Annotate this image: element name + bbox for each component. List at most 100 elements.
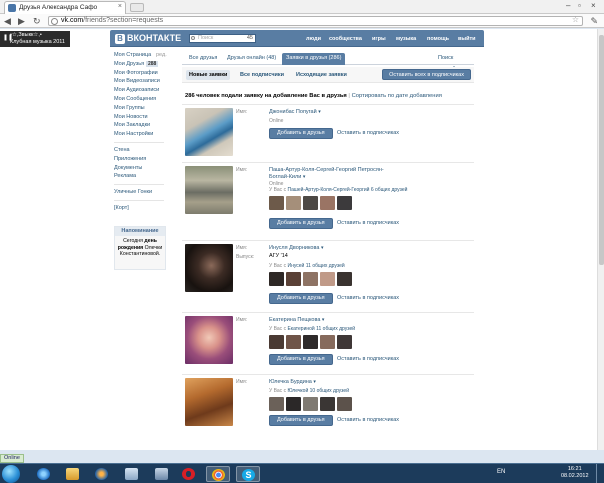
sort-by-date-link[interactable]: Сортировать по дате добавления [352,93,442,99]
left-menu-bookmarks[interactable]: Мои Закладки [114,121,174,130]
mutual-avatar[interactable] [269,196,284,210]
mutual-avatar[interactable] [337,335,352,349]
mutual-avatar[interactable] [269,272,284,286]
avatar[interactable] [185,378,233,426]
address-bar[interactable]: vk.com/friends?section=requests ☆ [48,16,583,26]
left-menu-news[interactable]: Мои Новости [114,113,174,122]
tab-friends-online[interactable]: Друзья онлайн (48) [223,53,280,65]
forward-icon[interactable]: ▶ [18,16,25,26]
menu-help[interactable]: помощь [427,36,449,42]
menu-music[interactable]: музыка [396,36,416,42]
leave-all-subscribers-button[interactable]: Оставить всех в подписчиках [382,69,471,80]
mutual-avatar[interactable] [320,272,335,286]
music-widget[interactable]: ❚❚ •☆,Звыкк☆,• Клубная музыка 2011 [0,31,70,47]
keep-subscriber-link[interactable]: Оставить в подписчиках [337,417,399,423]
star-icon[interactable]: ☆ [572,16,579,24]
left-menu-docs[interactable]: Документы [114,164,174,173]
mutual-count-link[interactable]: 11 общих друзей [316,326,355,332]
left-menu-wall[interactable]: Стена [114,146,174,155]
close-window-icon[interactable]: × [591,1,596,10]
browser-tab[interactable]: Друзья Александра Сафо × [4,1,126,14]
vk-logo[interactable]: В ВКОНТАКТЕ [115,33,181,44]
left-menu-settings[interactable]: Мои Настройки [114,130,174,139]
back-icon[interactable]: ◀ [4,16,11,26]
mutual-avatar[interactable] [286,397,301,411]
mutual-avatar[interactable] [303,397,318,411]
requester-name[interactable]: Юлечка Бурдина ▾ [269,379,316,385]
left-menu-messages[interactable]: Мои Сообщения [114,95,174,104]
avatar[interactable] [185,108,233,156]
add-friend-button[interactable]: Добавить в друзья [269,354,333,365]
taskbar-explorer[interactable] [61,466,85,482]
left-menu-ads[interactable]: Реклама [114,172,174,181]
subtab-outgoing[interactable]: Исходящие заявки [293,70,350,80]
add-friend-button[interactable]: Добавить в друзья [269,218,333,229]
left-menu-kort[interactable]: [Корт] [114,204,174,213]
menu-communities[interactable]: сообщества [329,36,362,42]
school-text[interactable]: АГУ '14 [269,253,288,259]
taskbar-skype[interactable]: S [236,466,260,482]
subtab-all-subscribers[interactable]: Все подписчики [237,70,287,80]
scrollbar[interactable] [597,29,604,450]
avatar[interactable] [185,166,233,214]
maximize-icon[interactable]: ▫ [578,1,581,10]
left-menu-videos[interactable]: Мои Видеозаписи [114,77,174,86]
mutual-avatar[interactable] [303,335,318,349]
tab-all-friends[interactable]: Все друзья [185,53,221,65]
mutual-count-link[interactable]: 11 общих друзей [306,263,345,269]
taskbar-app-2[interactable] [150,466,174,482]
left-menu-my-page[interactable]: Моя Страница ред. [114,51,174,60]
mutual-avatar[interactable] [269,397,284,411]
avatar[interactable] [185,316,233,364]
taskbar-media-player[interactable] [90,466,114,482]
mutual-avatar[interactable] [320,335,335,349]
show-desktop-button[interactable] [596,464,604,483]
mutual-avatar[interactable] [303,272,318,286]
new-tab-button[interactable] [130,3,144,12]
mutual-avatar[interactable] [337,196,352,210]
mutual-avatar[interactable] [286,196,301,210]
search-input[interactable]: Поиск 45 [189,34,256,43]
close-tab-icon[interactable]: × [118,3,122,10]
mutual-name[interactable]: Инусей [287,263,304,269]
mutual-count-link[interactable]: 6 общих друзей [371,187,408,193]
pause-icon[interactable]: ❚❚ [3,35,13,42]
keep-subscriber-link[interactable]: Оставить в подписчиках [337,295,399,301]
add-friend-button[interactable]: Добавить в друзья [269,293,333,304]
left-menu-groups[interactable]: Мои Группы [114,104,174,113]
mutual-avatar[interactable] [320,196,335,210]
scrollbar-thumb[interactable] [599,35,604,265]
mutual-count-link[interactable]: 10 общих друзей [310,388,349,394]
mutual-avatar[interactable] [286,335,301,349]
taskbar-ie[interactable] [32,466,56,482]
add-friend-button[interactable]: Добавить в друзья [269,415,333,426]
mutual-name[interactable]: Екатериной [287,326,314,332]
menu-games[interactable]: игры [372,36,386,42]
mutual-avatar[interactable] [337,272,352,286]
mutual-name[interactable]: Пашей-Артур-Коля-Сергей-Георгий [287,187,369,193]
keep-subscriber-link[interactable]: Оставить в подписчиках [337,356,399,362]
system-clock[interactable]: 16:21 08.02.2012 [561,466,589,480]
left-menu-apps[interactable]: Приложения [114,155,174,164]
keep-subscriber-link[interactable]: Оставить в подписчиках [337,220,399,226]
requester-name[interactable]: Джонибас Попугай ▾ [269,109,321,115]
mutual-avatar[interactable] [303,196,318,210]
keep-subscriber-link[interactable]: Оставить в подписчиках [337,130,399,136]
taskbar-app[interactable] [120,466,144,482]
minimize-icon[interactable]: – [566,1,570,10]
mutual-avatar[interactable] [269,335,284,349]
edit-link[interactable]: ред. [156,51,167,60]
requester-name[interactable]: Екатерина Пещкова ▾ [269,317,324,323]
avatar[interactable] [185,244,233,292]
taskbar-opera[interactable] [177,466,201,482]
left-menu-street-racing[interactable]: Уличные Гонки [114,188,174,197]
mutual-avatar[interactable] [320,397,335,411]
left-menu-photos[interactable]: Мои Фотографии [114,69,174,78]
menu-people[interactable]: люди [306,36,321,42]
reload-icon[interactable]: ↻ [33,16,41,26]
mutual-avatar[interactable] [337,397,352,411]
windows-start-icon[interactable] [2,465,20,483]
wrench-icon[interactable]: ✎ [590,16,598,27]
taskbar-chrome[interactable] [206,466,230,482]
left-menu-friends[interactable]: Мои Друзья 288 [114,60,174,69]
